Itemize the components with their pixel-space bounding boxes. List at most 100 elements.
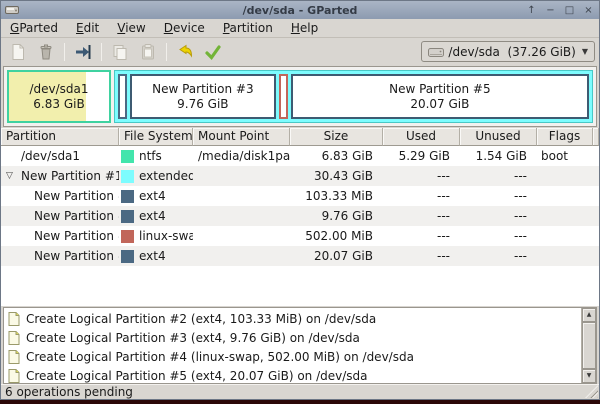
flags-value: boot <box>537 146 593 166</box>
unused-value: 1.54 GiB <box>460 146 537 166</box>
menu-help[interactable]: Help <box>282 19 327 37</box>
pending-operations-panel: Create Logical Partition #2 (ext4, 103.3… <box>3 307 597 384</box>
maximize-window-icon[interactable]: □ <box>563 4 576 17</box>
status-bar: 6 operations pending <box>1 384 599 399</box>
menu-device[interactable]: Device <box>155 19 214 37</box>
partition-table: Partition File System Mount Point Size U… <box>1 128 599 306</box>
used-value: 5.29 GiB <box>383 146 460 166</box>
partition-name: New Partition #2 <box>1 186 119 206</box>
filesystem-label: ext4 <box>139 206 166 226</box>
operations-scrollbar[interactable]: ▲ ▼ <box>581 308 596 383</box>
menu-gparted[interactable]: GParted <box>1 19 67 37</box>
flags-value <box>537 186 593 206</box>
scroll-up-icon[interactable]: ▲ <box>582 308 596 322</box>
pending-operations-list: Create Logical Partition #2 (ext4, 103.3… <box>4 308 581 383</box>
menu-view[interactable]: View <box>108 19 154 37</box>
operation-text: Create Logical Partition #4 (linux-swap,… <box>26 350 414 364</box>
partition-name: New Partition #5 <box>1 246 119 266</box>
column-header-partition[interactable]: Partition <box>1 128 119 146</box>
partition-name: /dev/sda1 <box>1 146 119 166</box>
gparted-window: /dev/sda - GParted ↑ − □ × GParted Edit … <box>0 0 600 400</box>
used-value: --- <box>383 206 460 226</box>
table-row[interactable]: ▽New Partition #1 extended 30.43 GiB ---… <box>1 166 599 186</box>
filesystem-label: linux-swap <box>139 226 193 246</box>
column-header-filesystem[interactable]: File System <box>119 128 193 146</box>
filesystem-color-swatch <box>121 170 134 183</box>
size-value: 502.00 MiB <box>290 226 383 246</box>
column-header-size[interactable]: Size <box>290 128 383 146</box>
apply-checkmark-icon <box>204 43 222 61</box>
window-controls: ↑ − □ × <box>525 4 595 17</box>
operation-paper-icon <box>8 312 20 326</box>
flags-value <box>537 246 593 266</box>
copy-button[interactable] <box>107 40 133 64</box>
undo-icon <box>176 43 194 61</box>
title-bar[interactable]: /dev/sda - GParted ↑ − □ × <box>1 1 599 19</box>
new-partition-button[interactable] <box>5 40 31 64</box>
operation-item[interactable]: Create Logical Partition #3 (ext4, 9.76 … <box>4 328 581 347</box>
table-row[interactable]: New Partition #5 ext4 20.07 GiB --- --- <box>1 246 599 266</box>
table-row[interactable]: New Partition #3 ext4 9.76 GiB --- --- <box>1 206 599 226</box>
unused-value: --- <box>460 166 537 186</box>
unused-value: --- <box>460 206 537 226</box>
column-header-flags[interactable]: Flags <box>537 128 593 146</box>
size-value: 103.33 MiB <box>290 186 383 206</box>
disk-segment-new-partition-5[interactable]: New Partition #5 20.07 GiB <box>291 74 589 119</box>
resize-grip-icon[interactable] <box>585 385 598 398</box>
flags-value <box>537 226 593 246</box>
segment-label: /dev/sda1 6.83 GiB <box>29 82 88 112</box>
operation-text: Create Logical Partition #2 (ext4, 103.3… <box>26 312 376 326</box>
resize-move-button[interactable] <box>70 40 96 64</box>
filesystem-label: ntfs <box>139 146 162 166</box>
segment-label: New Partition #3 9.76 GiB <box>152 82 254 112</box>
disk-segment-new-partition-2[interactable] <box>118 74 127 119</box>
apply-button[interactable] <box>200 40 226 64</box>
toolbar-separator <box>64 43 65 61</box>
table-empty-area <box>1 266 599 306</box>
filesystem-color-swatch <box>121 250 134 263</box>
toolbar-separator <box>101 43 102 61</box>
disk-segment-extended[interactable]: New Partition #3 9.76 GiB New Partition … <box>114 70 593 123</box>
minimize-window-icon[interactable]: − <box>544 4 557 17</box>
used-value: --- <box>383 166 460 186</box>
disk-segment-sda1[interactable]: /dev/sda1 6.83 GiB <box>7 70 111 123</box>
filesystem-label: ext4 <box>139 246 166 266</box>
filesystem-color-swatch <box>121 150 134 163</box>
column-header-used[interactable]: Used <box>383 128 460 146</box>
toolbar: /dev/sda (37.26 GiB) ▼ <box>1 38 599 65</box>
disk-segment-new-partition-3[interactable]: New Partition #3 9.76 GiB <box>130 74 276 119</box>
table-row[interactable]: /dev/sda1 ntfs /media/disk1part1 6.83 Gi… <box>1 146 599 166</box>
expander-icon[interactable]: ▽ <box>6 166 21 186</box>
mount-point <box>193 166 290 186</box>
mount-point <box>193 226 290 246</box>
table-header: Partition File System Mount Point Size U… <box>1 128 599 146</box>
operation-item[interactable]: Create Logical Partition #4 (linux-swap,… <box>4 347 581 366</box>
scroll-down-icon[interactable]: ▼ <box>582 369 596 383</box>
menu-partition[interactable]: Partition <box>214 19 282 37</box>
partition-name: New Partition #4 <box>1 226 119 246</box>
unused-value: --- <box>460 226 537 246</box>
operation-text: Create Logical Partition #3 (ext4, 9.76 … <box>26 331 360 345</box>
disk-segment-new-partition-4[interactable] <box>279 74 288 119</box>
operation-paper-icon <box>8 350 20 364</box>
shade-window-icon[interactable]: ↑ <box>525 4 538 17</box>
copy-icon <box>111 43 129 61</box>
trash-icon <box>37 43 55 61</box>
dropdown-arrow-icon: ▼ <box>580 47 588 56</box>
column-header-unused[interactable]: Unused <box>460 128 537 146</box>
undo-button[interactable] <box>172 40 198 64</box>
close-window-icon[interactable]: × <box>582 4 595 17</box>
window-title: /dev/sda - GParted <box>1 4 599 17</box>
menu-bar: GParted Edit View Device Partition Help <box>1 19 599 38</box>
menu-edit[interactable]: Edit <box>67 19 108 37</box>
table-row[interactable]: New Partition #4 linux-swap 502.00 MiB -… <box>1 226 599 246</box>
operation-item[interactable]: Create Logical Partition #5 (ext4, 20.07… <box>4 366 581 383</box>
device-selector[interactable]: /dev/sda (37.26 GiB) ▼ <box>421 41 595 62</box>
operation-item[interactable]: Create Logical Partition #2 (ext4, 103.3… <box>4 309 581 328</box>
table-row[interactable]: New Partition #2 ext4 103.33 MiB --- --- <box>1 186 599 206</box>
paste-button[interactable] <box>135 40 161 64</box>
column-header-mountpoint[interactable]: Mount Point <box>193 128 290 146</box>
operation-paper-icon <box>8 369 20 383</box>
scrollbar-thumb[interactable] <box>582 322 596 369</box>
delete-partition-button[interactable] <box>33 40 59 64</box>
